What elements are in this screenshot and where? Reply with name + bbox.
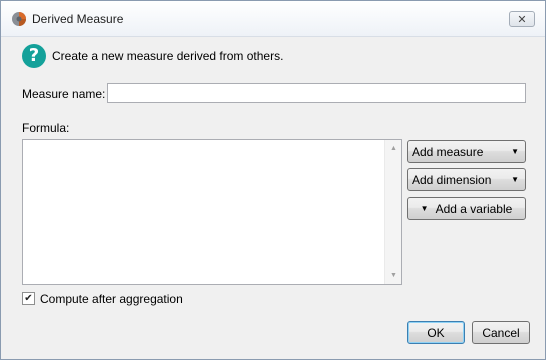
derived-measure-dialog: Derived Measure ✕ ? Create a new measure… — [0, 0, 546, 360]
close-button[interactable]: ✕ — [509, 11, 535, 27]
chevron-down-icon: ▼ — [511, 175, 519, 184]
cancel-label: Cancel — [482, 325, 520, 340]
ok-label: OK — [427, 325, 445, 340]
formula-editor: ▲ ▼ — [22, 139, 402, 285]
add-variable-label: Add a variable — [435, 201, 513, 216]
chevron-down-icon: ▼ — [420, 204, 429, 213]
add-variable-button[interactable]: ▼ Add a variable — [407, 197, 526, 220]
add-measure-button[interactable]: Add measure ▼ — [407, 140, 526, 163]
formula-scrollbar[interactable]: ▲ ▼ — [384, 140, 401, 284]
formula-textarea[interactable] — [23, 140, 385, 284]
add-dimension-label: Add dimension — [412, 172, 492, 187]
formula-label: Formula: — [22, 121, 70, 135]
scroll-down-icon[interactable]: ▼ — [385, 267, 402, 284]
help-icon: ? — [22, 44, 46, 68]
scroll-up-icon[interactable]: ▲ — [385, 140, 402, 157]
chevron-down-icon: ▼ — [511, 147, 519, 156]
dialog-description: Create a new measure derived from others… — [52, 49, 284, 63]
cancel-button[interactable]: Cancel — [472, 321, 530, 344]
window-title: Derived Measure — [32, 12, 124, 26]
app-logo-icon — [12, 12, 26, 26]
compute-after-aggregation-label[interactable]: Compute after aggregation — [40, 292, 183, 306]
checkmark-icon: ✔ — [24, 293, 33, 304]
measure-name-input[interactable] — [107, 83, 526, 103]
title-bar[interactable]: Derived Measure ✕ — [1, 1, 545, 37]
add-dimension-button[interactable]: Add dimension ▼ — [407, 168, 526, 191]
close-icon: ✕ — [517, 13, 527, 26]
add-measure-label: Add measure — [412, 144, 484, 159]
compute-after-aggregation-checkbox[interactable]: ✔ — [22, 292, 35, 305]
ok-button[interactable]: OK — [407, 321, 465, 344]
measure-name-label: Measure name: — [22, 87, 106, 101]
dialog-content: ? Create a new measure derived from othe… — [1, 37, 545, 359]
